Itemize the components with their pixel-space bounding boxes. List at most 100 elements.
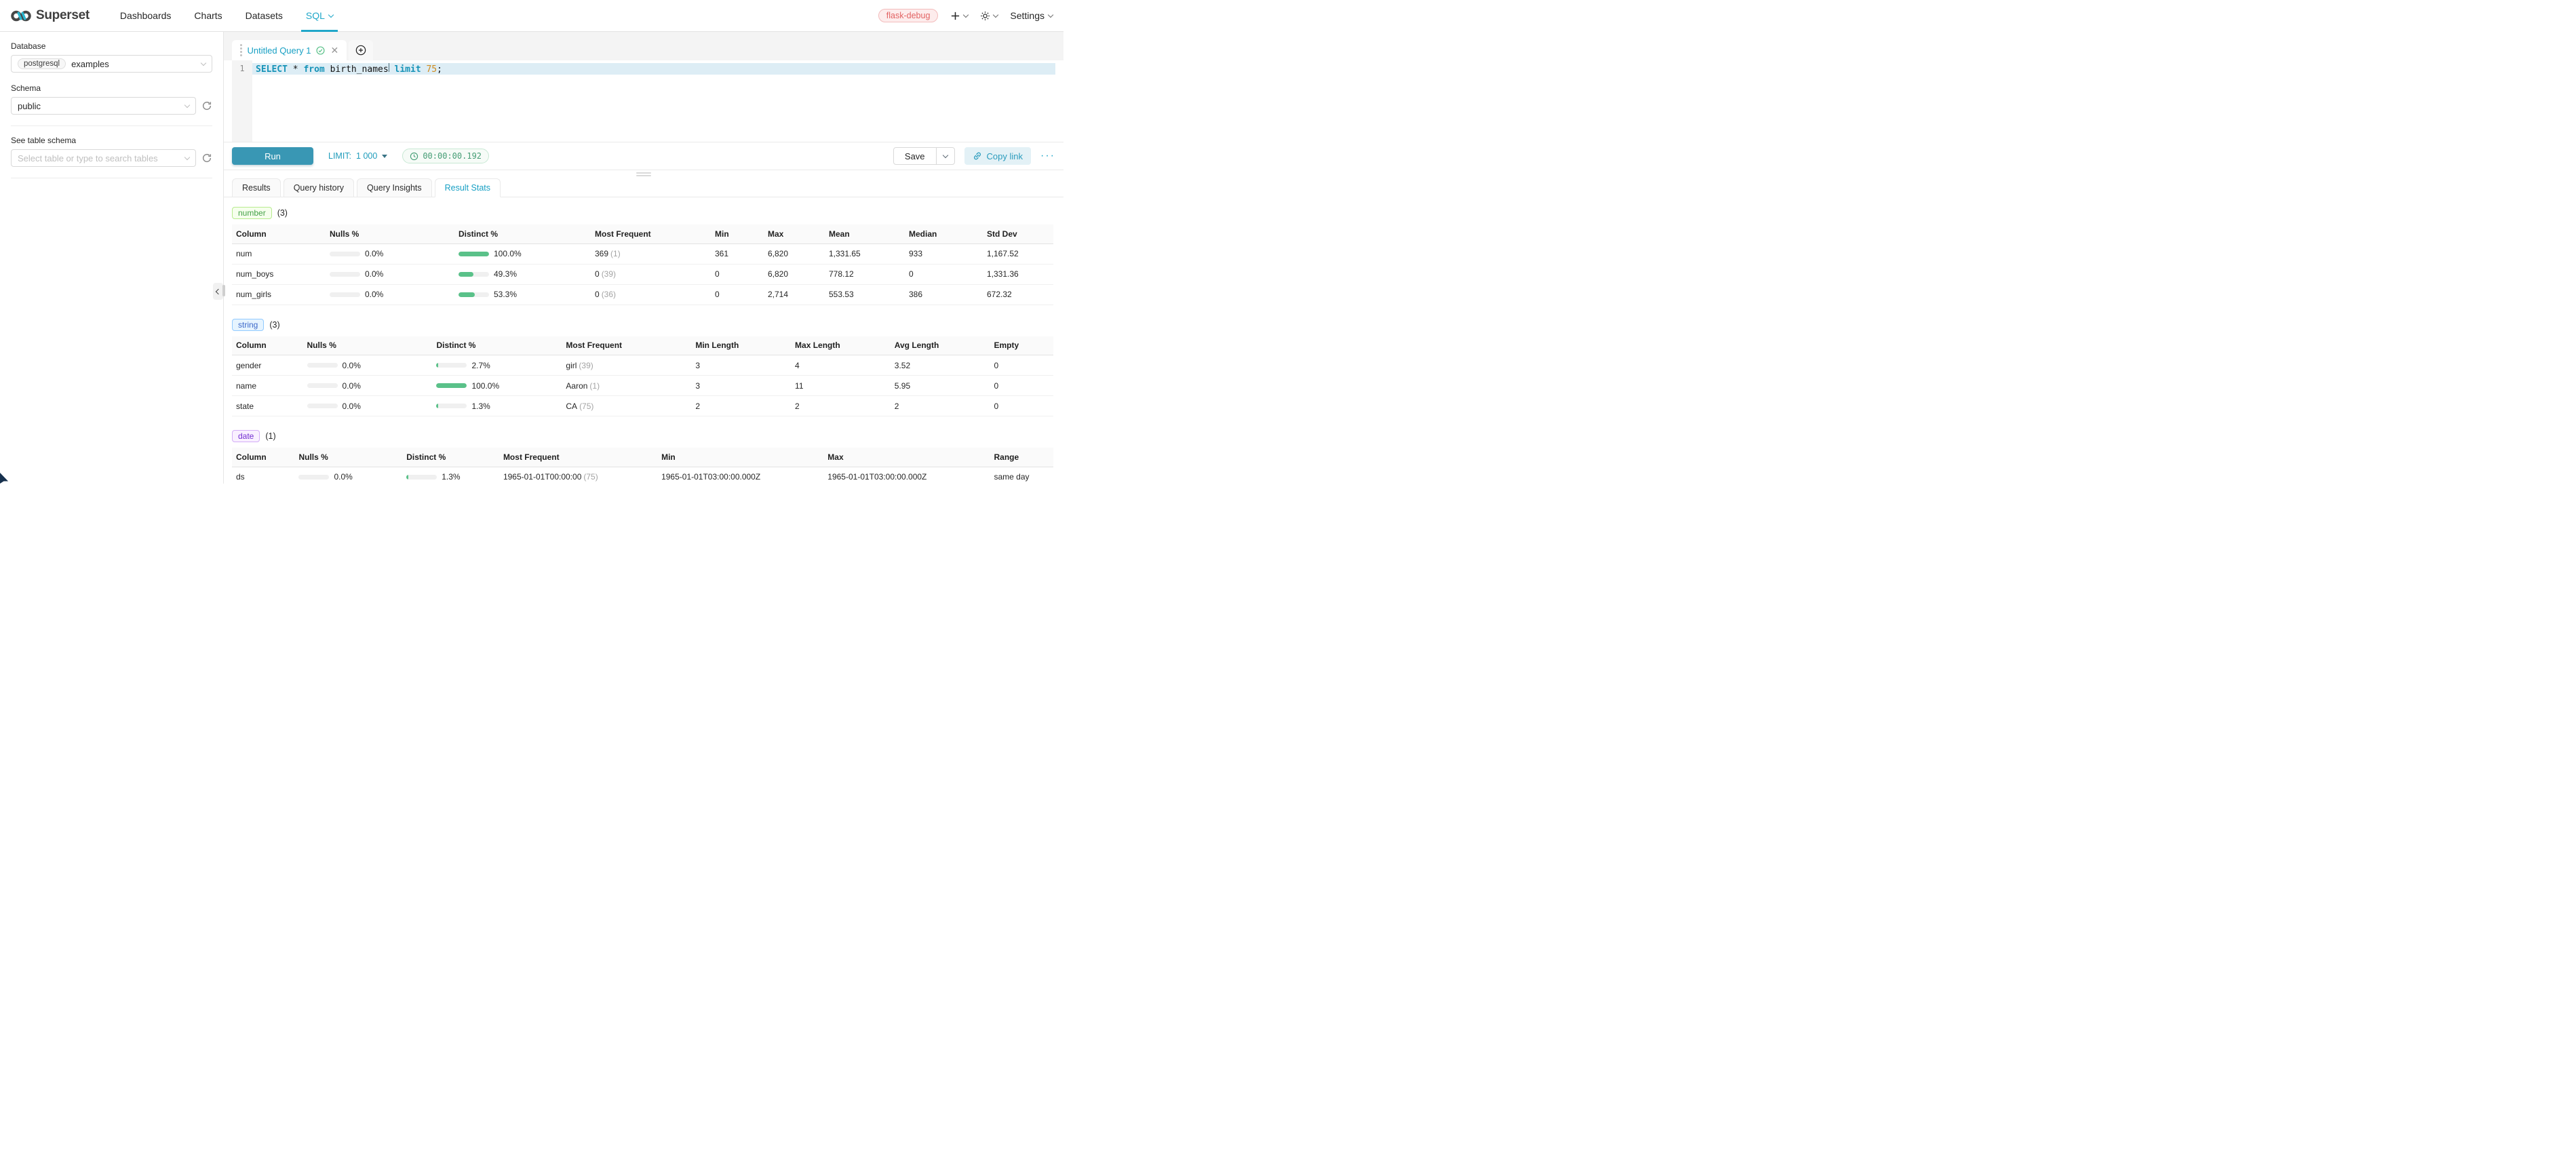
db-engine-tag: postgresql: [18, 58, 66, 69]
distinct-bar: [436, 404, 467, 408]
stat-value: 2: [891, 396, 990, 416]
most-frequent-count: (75): [583, 472, 598, 482]
chevron-down-icon: [1048, 12, 1053, 17]
code-token: [389, 64, 395, 75]
database-value: examples: [71, 59, 109, 69]
code-token: ;: [437, 64, 442, 75]
table-row: state0.0%1.3%CA(75)2220: [232, 396, 1053, 416]
schema-label: Schema: [11, 83, 212, 93]
sidebar-divider: [11, 125, 212, 126]
most-frequent-value: Aaron: [566, 381, 587, 391]
clock-icon: [410, 152, 418, 161]
nav-sql[interactable]: SQL: [294, 0, 345, 32]
new-query-tab-button[interactable]: [349, 40, 373, 60]
nulls-bar: [330, 252, 360, 256]
nulls-bar: [330, 292, 360, 297]
most-frequent-value: 369: [595, 249, 608, 258]
stat-value: 0: [711, 264, 764, 284]
sun-icon: [980, 11, 990, 21]
most-frequent-count: (36): [602, 290, 616, 299]
drag-handle-icon[interactable]: [240, 44, 242, 56]
code-token: birth_names: [325, 64, 389, 75]
nav-charts[interactable]: Charts: [182, 0, 233, 32]
schema-value: public: [18, 101, 41, 111]
nulls-bar: [307, 363, 338, 368]
code-token: from: [303, 64, 324, 75]
refresh-tables-icon[interactable]: [201, 153, 212, 163]
percent-label: 0.0%: [343, 381, 361, 391]
settings-menu[interactable]: Settings: [1010, 10, 1053, 21]
database-select[interactable]: postgresql examples: [11, 55, 212, 73]
tab-results[interactable]: Results: [232, 178, 281, 197]
limit-dropdown[interactable]: LIMIT: 1 000: [328, 151, 387, 161]
close-tab-icon[interactable]: ✕: [330, 45, 338, 55]
most-frequent-count: (1): [589, 381, 600, 391]
distinct-bar: [458, 252, 489, 256]
column-header: Min: [711, 224, 764, 243]
nulls-bar: [307, 404, 338, 408]
stat-value: 2,714: [764, 284, 825, 305]
column-header: Max: [764, 224, 825, 243]
most-frequent-count: (39): [602, 269, 616, 279]
stat-value: 1,331.36: [983, 264, 1053, 284]
code-token: SELECT: [256, 64, 288, 75]
most-frequent-value: 1965-01-01T00:00:00: [503, 472, 581, 482]
code-token: *: [288, 64, 303, 75]
query-tab[interactable]: Untitled Query 1 ✕: [232, 40, 347, 60]
brand-name: Superset: [36, 8, 90, 23]
percent-label: 49.3%: [494, 269, 517, 279]
schema-select[interactable]: public: [11, 97, 196, 115]
copy-link-button[interactable]: Copy link: [964, 147, 1031, 165]
stat-value: 11: [791, 376, 891, 396]
new-item-button[interactable]: [950, 11, 968, 21]
superset-logo[interactable]: Superset: [11, 8, 90, 23]
code-line: SELECT * from birth_names limit 75;: [252, 63, 1055, 75]
refresh-schemas-icon[interactable]: [201, 100, 212, 111]
type-count: (3): [277, 208, 288, 218]
workspace: Database postgresql examples Schema publ…: [0, 32, 1063, 484]
save-button[interactable]: Save: [894, 148, 936, 164]
stat-value: 4: [791, 355, 891, 376]
sql-editor-pane: Untitled Query 1 ✕ 1 SELECT * f: [224, 32, 1063, 484]
stat-value: 553.53: [825, 284, 905, 305]
distinct-bar: [458, 272, 489, 277]
chevron-down-icon: [993, 12, 998, 17]
collapse-sidebar-button[interactable]: [213, 283, 223, 300]
save-options-button[interactable]: [936, 148, 954, 164]
sql-code-editor[interactable]: 1 SELECT * from birth_names limit 75;: [224, 60, 1063, 142]
limit-label: LIMIT:: [328, 151, 351, 161]
percent-label: 2.7%: [471, 361, 490, 370]
scrollbar-thumb[interactable]: [222, 285, 225, 296]
column-header: Most Frequent: [562, 336, 691, 355]
tab-query-insights[interactable]: Query Insights: [357, 178, 432, 197]
stats-table-number: ColumnNulls %Distinct %Most FrequentMinM…: [232, 224, 1053, 305]
chevron-down-icon: [328, 12, 334, 17]
distinct-bar: [406, 475, 437, 480]
most-frequent-count: (39): [579, 361, 593, 370]
result-stats-panel: number(3)ColumnNulls %Distinct %Most Fre…: [224, 197, 1063, 484]
theme-toggle[interactable]: [980, 11, 998, 21]
stat-value: 1965-01-01T03:00:00.000Z: [823, 467, 990, 484]
nav-dashboards[interactable]: Dashboards: [109, 0, 183, 32]
tab-result-stats[interactable]: Result Stats: [435, 178, 501, 197]
column-name: num: [232, 243, 326, 264]
stat-value: 3: [691, 355, 791, 376]
percent-label: 0.0%: [365, 249, 383, 258]
more-actions-button[interactable]: ···: [1040, 151, 1055, 161]
distinct-bar: [436, 383, 467, 388]
percent-label: 0.0%: [343, 402, 361, 411]
tab-query-history[interactable]: Query history: [284, 178, 354, 197]
column-header: Nulls %: [294, 448, 402, 467]
table-select[interactable]: Select table or type to search tables: [11, 149, 196, 167]
chevron-down-icon: [184, 154, 190, 159]
stats-section-number: number(3)ColumnNulls %Distinct %Most Fre…: [232, 207, 1055, 305]
run-button[interactable]: Run: [232, 147, 313, 165]
type-badge: string: [232, 319, 264, 331]
stat-value: 3.52: [891, 355, 990, 376]
nav-datasets[interactable]: Datasets: [234, 0, 294, 32]
column-name: name: [232, 376, 303, 396]
type-count: (1): [265, 431, 275, 441]
editor-code-area[interactable]: SELECT * from birth_names limit 75;: [252, 60, 1055, 142]
stat-value: 386: [905, 284, 983, 305]
pane-resize-handle[interactable]: [224, 170, 1063, 178]
